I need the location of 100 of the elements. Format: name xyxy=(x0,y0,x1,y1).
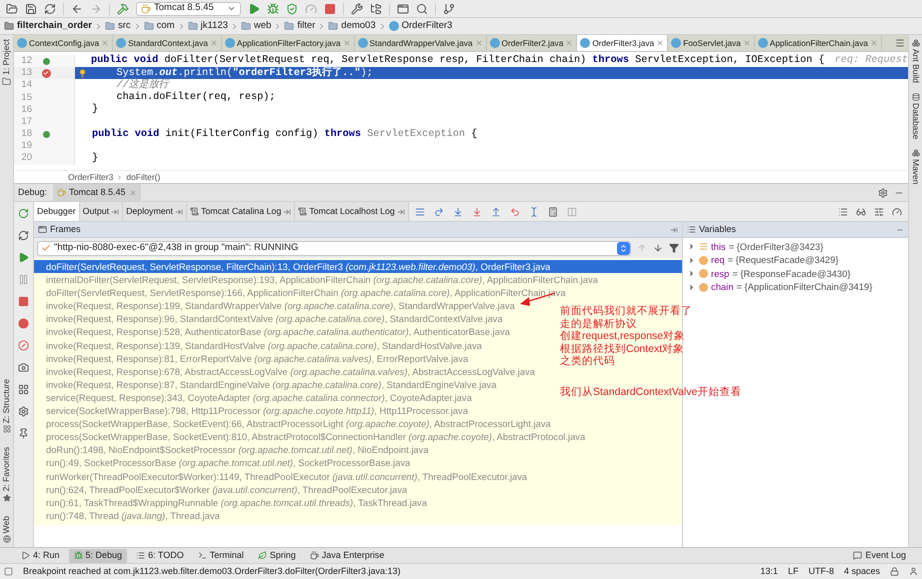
tool-window-button[interactable]: Terminal xyxy=(192,548,249,562)
coverage-icon[interactable] xyxy=(286,2,298,14)
down-arrow-icon[interactable] xyxy=(653,243,663,253)
folder-icon[interactable] xyxy=(2,76,11,86)
pin-icon[interactable] xyxy=(670,226,678,234)
stop-icon[interactable] xyxy=(18,296,29,307)
tool-window-button[interactable]: 5: Debug xyxy=(68,548,128,562)
editor-tab[interactable]: OrderFilter3.java xyxy=(577,35,668,51)
filter-icon[interactable] xyxy=(669,243,679,253)
globe-icon[interactable] xyxy=(2,535,10,543)
encoding[interactable]: UTF-8 xyxy=(808,564,834,578)
back-icon[interactable] xyxy=(71,2,83,14)
person-icon[interactable] xyxy=(909,567,918,576)
boxes-icon[interactable] xyxy=(912,149,920,158)
frames-list-icon[interactable] xyxy=(414,206,425,216)
evaluate-icon[interactable] xyxy=(548,206,558,216)
step-over-icon[interactable] xyxy=(434,206,444,216)
window-icon[interactable] xyxy=(396,2,409,14)
tool-window-button[interactable]: Java Enterprise xyxy=(304,548,390,562)
tool-window-tab[interactable]: Maven xyxy=(909,159,922,185)
debug-tab[interactable]: Tomcat Catalina Log xyxy=(187,202,296,221)
star-icon[interactable] xyxy=(2,494,10,502)
breakpoints-icon[interactable] xyxy=(18,318,29,329)
vcs-icon[interactable] xyxy=(442,2,455,14)
watches-icon[interactable] xyxy=(856,206,866,216)
editor-tab[interactable]: ContextConfig.java xyxy=(14,35,114,51)
tool-window-tab[interactable]: Database xyxy=(909,103,922,140)
list-icon[interactable] xyxy=(838,206,848,216)
path-item[interactable]: jk1123 xyxy=(200,18,228,34)
tool-window-tab[interactable]: Ant Build xyxy=(909,49,922,84)
tool-window-button[interactable]: Spring xyxy=(252,548,301,562)
debug-icon[interactable] xyxy=(266,2,279,14)
pin-icon[interactable] xyxy=(18,428,29,439)
event-log-button[interactable]: Event Log xyxy=(853,548,906,562)
path-item[interactable]: OrderFilter3 xyxy=(402,18,452,34)
tool-window-tab[interactable]: Web xyxy=(0,516,13,533)
sync-icon[interactable] xyxy=(44,2,56,14)
path-item[interactable]: filterchain_order xyxy=(17,18,92,34)
debug-tab[interactable]: Tomcat Localhost Log xyxy=(295,202,409,221)
settings-icon[interactable] xyxy=(878,188,888,198)
memory-icon[interactable] xyxy=(892,206,902,216)
thread-dropdown[interactable]: "http-nio-8080-exec-6"@2,438 in group "main": RUNNING xyxy=(37,240,631,256)
class-icon xyxy=(116,38,126,48)
drop-frame-icon[interactable] xyxy=(510,206,520,216)
editor-tab[interactable]: FooServlet.java xyxy=(668,35,755,51)
close-icon[interactable] xyxy=(656,39,664,47)
step-out-icon[interactable] xyxy=(490,206,501,216)
open-folder-icon[interactable] xyxy=(6,2,18,14)
frame-row[interactable]: invoke(Request, Response):96, StandardContextValve (org.apache.catalina.core), StandardContextValve.java xyxy=(34,312,507,326)
mute-breakpoints-icon[interactable] xyxy=(18,340,29,351)
tab-list-icon[interactable] xyxy=(895,38,905,48)
path-item[interactable]: com xyxy=(156,18,175,34)
override-icon[interactable] xyxy=(42,130,50,138)
refresh-icon[interactable] xyxy=(18,230,29,241)
breadcrumb-item[interactable]: OrderFilter3 xyxy=(68,170,114,184)
tool-window-tab[interactable]: Z: Structure xyxy=(0,378,13,424)
tool-window-button[interactable]: 6: TODO xyxy=(131,548,189,562)
camera-icon[interactable] xyxy=(18,362,29,373)
hammer-icon[interactable] xyxy=(117,2,129,14)
editor-tab[interactable]: StandardContext.java xyxy=(113,35,222,51)
search-icon[interactable] xyxy=(416,2,428,14)
breakpoint-icon[interactable] xyxy=(42,68,50,78)
rerun-icon[interactable] xyxy=(18,208,29,219)
tool-window-tab[interactable]: 1: Project xyxy=(0,39,13,75)
boxes-icon[interactable] xyxy=(912,39,920,47)
lightbulb-icon[interactable] xyxy=(78,68,86,78)
tool-window-button[interactable]: 4: Run xyxy=(16,548,65,562)
settings-icon[interactable] xyxy=(350,2,363,14)
step-into-icon[interactable] xyxy=(452,206,463,216)
path-item[interactable]: filter xyxy=(297,18,316,34)
frame-row[interactable]: doFilter(ServletRequest, ServletResponse, FilterChain):13, OrderFilter3 (com.jk1123.web.filter.demo03), OrderFilter3.java xyxy=(34,260,682,274)
indent-setting[interactable]: 4 spaces xyxy=(844,564,880,578)
status-icon[interactable] xyxy=(4,567,13,576)
breadcrumb-item[interactable]: doFilter() xyxy=(126,170,160,184)
structure-icon[interactable] xyxy=(2,425,10,434)
frame-row[interactable]: run():748, Thread (java.lang), Thread.java xyxy=(34,508,224,522)
path-item[interactable]: demo03 xyxy=(341,18,376,34)
stop-icon[interactable] xyxy=(324,2,336,14)
debug-tab[interactable]: Deployment xyxy=(123,202,188,221)
path-item[interactable]: web xyxy=(254,18,272,34)
run-to-cursor-icon[interactable] xyxy=(528,206,539,216)
resume-icon[interactable] xyxy=(18,252,29,263)
save-icon[interactable] xyxy=(25,2,37,14)
session-tab[interactable]: Tomcat 8.5.45 xyxy=(53,184,141,201)
database-icon[interactable] xyxy=(912,93,920,102)
force-step-into-icon[interactable] xyxy=(472,206,482,216)
lock-icon[interactable] xyxy=(890,567,899,576)
layout-icon[interactable] xyxy=(18,384,29,395)
columns-icon[interactable] xyxy=(874,206,884,216)
path-item[interactable]: src xyxy=(118,18,131,34)
tool-window-tab[interactable]: 2: Favorites xyxy=(0,447,13,492)
override-icon[interactable] xyxy=(42,58,50,65)
cursor-position[interactable]: 13:1 xyxy=(760,564,778,578)
project-structure-icon[interactable] xyxy=(370,2,382,14)
run-config-dropdown[interactable]: Tomcat 8.5.45 xyxy=(136,2,241,16)
settings-icon[interactable] xyxy=(18,406,29,417)
run-icon[interactable] xyxy=(248,2,260,14)
debug-tab[interactable]: Debugger xyxy=(34,202,80,221)
line-separator[interactable]: LF xyxy=(788,564,798,578)
debug-tab[interactable]: Output xyxy=(80,202,124,221)
